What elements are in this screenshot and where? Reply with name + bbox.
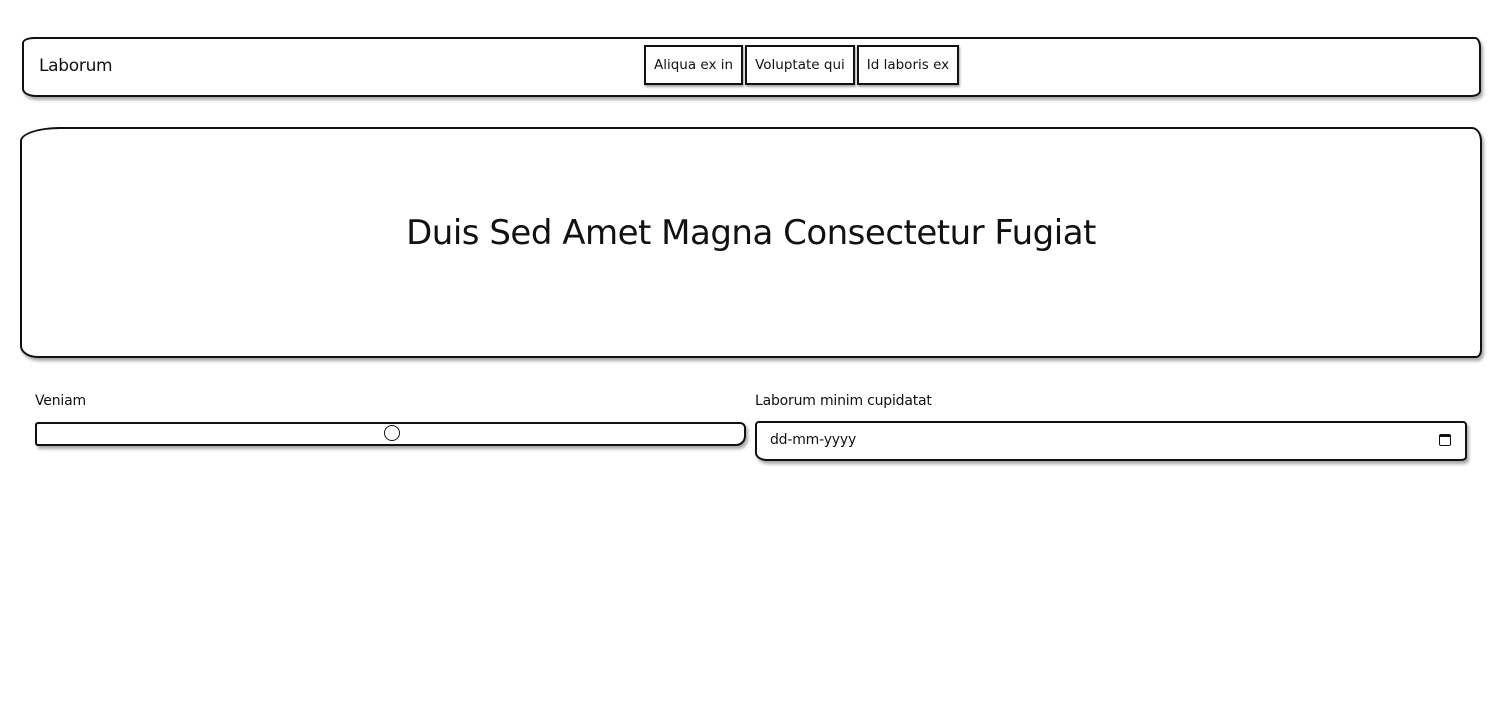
nav-button-id-laboris[interactable]: Id laboris ex bbox=[856, 45, 960, 85]
top-navbar: Laborum Aliqua ex in Voluptate qui Id la… bbox=[22, 37, 1481, 97]
slider-label: Veniam bbox=[35, 393, 86, 409]
brand-logo-text[interactable]: Laborum bbox=[39, 56, 113, 76]
nav-button-group: Aliqua ex in Voluptate qui Id laboris ex bbox=[644, 45, 960, 85]
calendar-icon[interactable] bbox=[1439, 434, 1451, 446]
range-slider[interactable] bbox=[35, 422, 746, 446]
date-placeholder: dd-mm-yyyy bbox=[770, 432, 857, 448]
date-label: Laborum minim cupidatat bbox=[755, 393, 932, 409]
nav-button-aliqua[interactable]: Aliqua ex in bbox=[644, 45, 744, 85]
hero-title: Duis Sed Amet Magna Consectetur Fugiat bbox=[406, 212, 1096, 253]
date-input[interactable]: dd-mm-yyyy bbox=[755, 421, 1467, 461]
hero-banner: Duis Sed Amet Magna Consectetur Fugiat bbox=[20, 127, 1482, 358]
nav-button-voluptate[interactable]: Voluptate qui bbox=[745, 45, 855, 85]
slider-thumb[interactable] bbox=[384, 425, 400, 441]
